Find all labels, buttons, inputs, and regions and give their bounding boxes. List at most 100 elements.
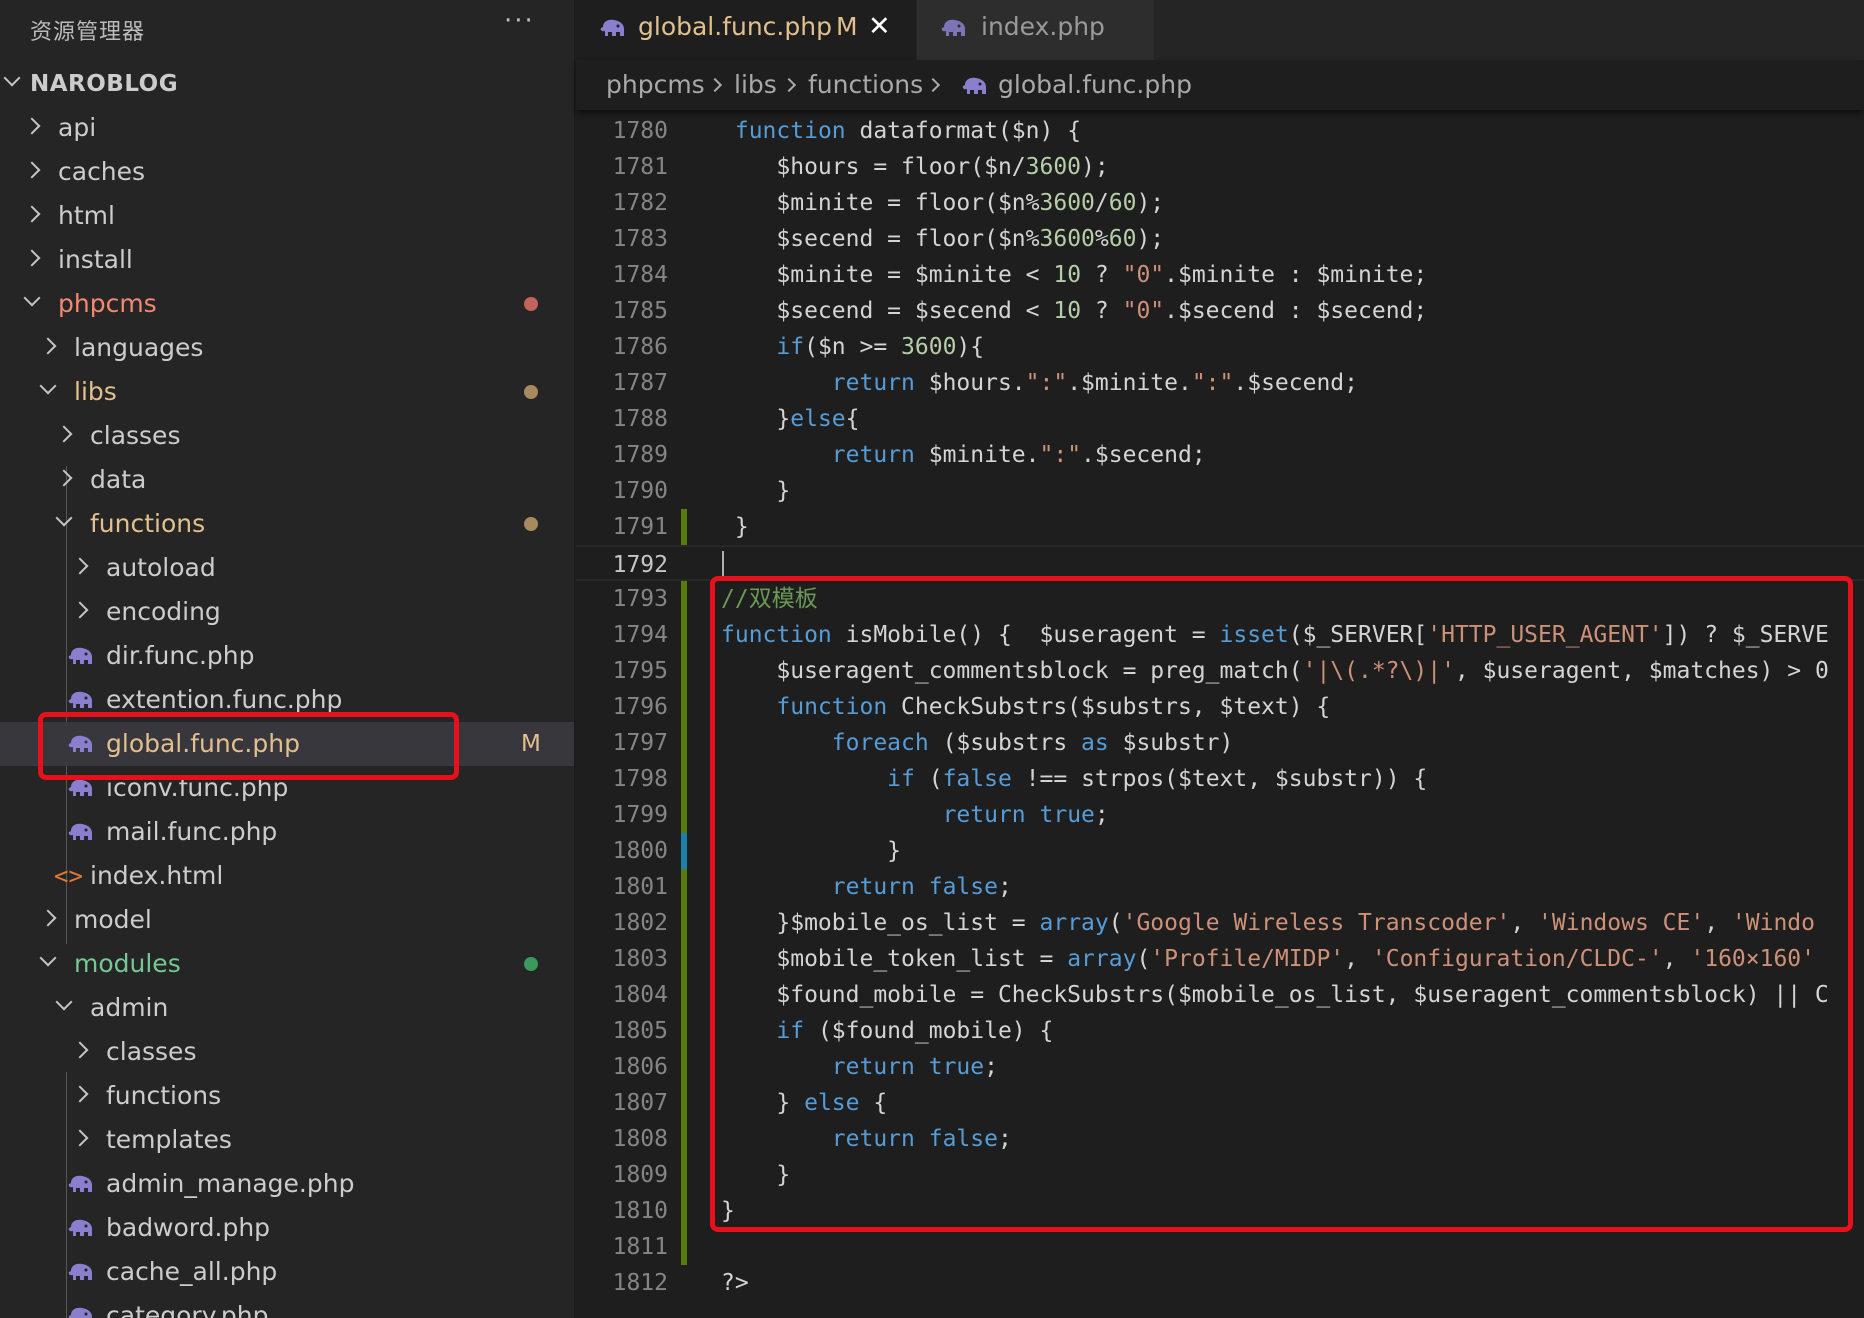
code-text: function dataformat($n) { — [734, 118, 1082, 144]
tree-folder-admin-functions[interactable]: functions — [0, 1074, 574, 1118]
tree-file-index-html[interactable]: <> index.html — [0, 854, 574, 898]
php-elephant-icon — [68, 691, 92, 708]
git-gutter-marker — [681, 833, 687, 869]
more-actions-icon[interactable]: ··· — [504, 6, 535, 36]
explorer-sidebar: 资源管理器 ··· NAROBLOG api caches html insta… — [0, 0, 575, 1318]
code-text: } — [721, 478, 791, 504]
breadcrumb-item-functions[interactable]: functions — [808, 60, 923, 110]
tree-folder-caches[interactable]: caches — [0, 150, 574, 194]
line-number: 1783 — [612, 226, 668, 252]
breadcrumb-item-phpcms[interactable]: phpcms — [606, 60, 705, 110]
breadcrumb-item-file[interactable]: global.func.php — [998, 60, 1192, 110]
line-number: 1798 — [612, 766, 668, 792]
line-number: 1809 — [612, 1162, 668, 1188]
code-line[interactable]: 1785 $secend = $secend < 10 ? "0".$secen… — [576, 293, 1864, 329]
code-line[interactable]: 1811 — [576, 1229, 1864, 1265]
code-line[interactable]: 1812 ?> — [576, 1265, 1864, 1301]
git-gutter-marker — [681, 797, 687, 833]
line-number: 1792 — [612, 552, 668, 578]
close-icon[interactable]: ✕ — [868, 0, 891, 54]
line-number: 1811 — [612, 1234, 668, 1260]
tree-folder-classes[interactable]: classes — [0, 414, 574, 458]
tree-folder-functions[interactable]: functions — [0, 502, 574, 546]
tree-folder-libs[interactable]: libs — [0, 370, 574, 414]
php-elephant-icon — [68, 1263, 92, 1280]
code-line[interactable]: 1791 } — [576, 509, 1864, 545]
git-gutter-marker — [681, 1229, 687, 1265]
chevron-right-icon — [707, 77, 723, 93]
breadcrumb-item-libs[interactable]: libs — [734, 60, 777, 110]
tree-root-naroblog[interactable]: NAROBLOG — [0, 62, 574, 106]
tree-folder-data[interactable]: data — [0, 458, 574, 502]
code-line[interactable]: 1790 } — [576, 473, 1864, 509]
line-number: 1796 — [612, 694, 668, 720]
annotation-highlight-code — [710, 576, 1853, 1232]
file-tree: NAROBLOG api caches html install phpcms … — [0, 62, 574, 1318]
tab-global-func-php[interactable]: global.func.php M ✕ — [576, 0, 916, 60]
line-number: 1791 — [612, 514, 668, 540]
tree-file-category-php[interactable]: category.php — [0, 1294, 574, 1318]
tab-index-php[interactable]: index.php — [916, 0, 1154, 60]
php-elephant-icon — [962, 77, 986, 94]
modified-badge: M — [521, 731, 541, 757]
code-line[interactable]: 1784 $minite = $minite < 10 ? "0".$minit… — [576, 257, 1864, 293]
git-gutter-marker — [681, 905, 687, 941]
line-number: 1793 — [612, 586, 668, 612]
line-number: 1785 — [612, 298, 668, 324]
tree-file-mail-func-php[interactable]: mail.func.php — [0, 810, 574, 854]
line-number: 1800 — [612, 838, 668, 864]
root-folder-label: NAROBLOG — [30, 71, 179, 97]
line-number: 1805 — [612, 1018, 668, 1044]
code-text: $minite = $minite < 10 ? "0".$minite : $… — [721, 262, 1428, 288]
code-line[interactable]: 1782 $minite = floor($n%3600/60); — [576, 185, 1864, 221]
code-editor: global.func.php M ✕ index.php phpcms lib… — [576, 0, 1864, 1318]
php-elephant-icon — [68, 1307, 92, 1318]
code-text: $secend = floor($n%3600%60); — [721, 226, 1165, 252]
tree-folder-model[interactable]: model — [0, 898, 574, 942]
chevron-right-icon — [925, 77, 941, 93]
tree-folder-modules[interactable]: modules — [0, 942, 574, 986]
git-gutter-marker — [681, 617, 687, 653]
code-text: $hours = floor($n/3600); — [721, 154, 1109, 180]
text-caret — [722, 551, 724, 579]
code-line[interactable]: 1787 return $hours.":".$minite.":".$sece… — [576, 365, 1864, 401]
code-line[interactable]: 1783 $secend = floor($n%3600%60); — [576, 221, 1864, 257]
line-number: 1784 — [612, 262, 668, 288]
explorer-header: 资源管理器 ··· — [0, 0, 574, 56]
code-text: return $minite.":".$secend; — [831, 442, 1206, 468]
git-gutter-marker — [681, 941, 687, 977]
tree-folder-encoding[interactable]: encoding — [0, 590, 574, 634]
php-elephant-icon — [68, 823, 92, 840]
tree-folder-admin-templates[interactable]: templates — [0, 1118, 574, 1162]
git-gutter-marker — [681, 1121, 687, 1157]
tree-folder-html[interactable]: html — [0, 194, 574, 238]
tree-folder-api[interactable]: api — [0, 106, 574, 150]
line-number: 1787 — [612, 370, 668, 396]
line-number: 1802 — [612, 910, 668, 936]
line-number: 1795 — [612, 658, 668, 684]
tree-folder-autoload[interactable]: autoload — [0, 546, 574, 590]
git-gutter-marker — [681, 977, 687, 1013]
html-file-icon: <> — [54, 862, 83, 890]
tree-folder-languages[interactable]: languages — [0, 326, 574, 370]
code-line[interactable]: 1786 if($n >= 3600){ — [576, 329, 1864, 365]
tree-folder-phpcms[interactable]: phpcms — [0, 282, 574, 326]
code-line[interactable]: 1789 return $minite.":".$secend; — [576, 437, 1864, 473]
line-number: 1789 — [612, 442, 668, 468]
php-elephant-icon — [68, 1219, 92, 1236]
tree-file-dir-func-php[interactable]: dir.func.php — [0, 634, 574, 678]
code-line[interactable]: 1788 }else{ — [576, 401, 1864, 437]
code-text: $secend = $secend < 10 ? "0".$secend : $… — [721, 298, 1428, 324]
chevron-right-icon — [781, 77, 797, 93]
line-number: 1788 — [612, 406, 668, 432]
tree-folder-admin-classes[interactable]: classes — [0, 1030, 574, 1074]
tab-label: index.php — [981, 12, 1105, 41]
tree-folder-admin[interactable]: admin — [0, 986, 574, 1030]
tree-folder-install[interactable]: install — [0, 238, 574, 282]
tree-file-cache-all-php[interactable]: cache_all.php — [0, 1250, 574, 1294]
code-line[interactable]: 1780 function dataformat($n) { — [576, 113, 1864, 149]
git-gutter-marker — [681, 653, 687, 689]
tree-file-badword-php[interactable]: badword.php — [0, 1206, 574, 1250]
tree-file-admin-manage-php[interactable]: admin_manage.php — [0, 1162, 574, 1206]
code-line[interactable]: 1781 $hours = floor($n/3600); — [576, 149, 1864, 185]
